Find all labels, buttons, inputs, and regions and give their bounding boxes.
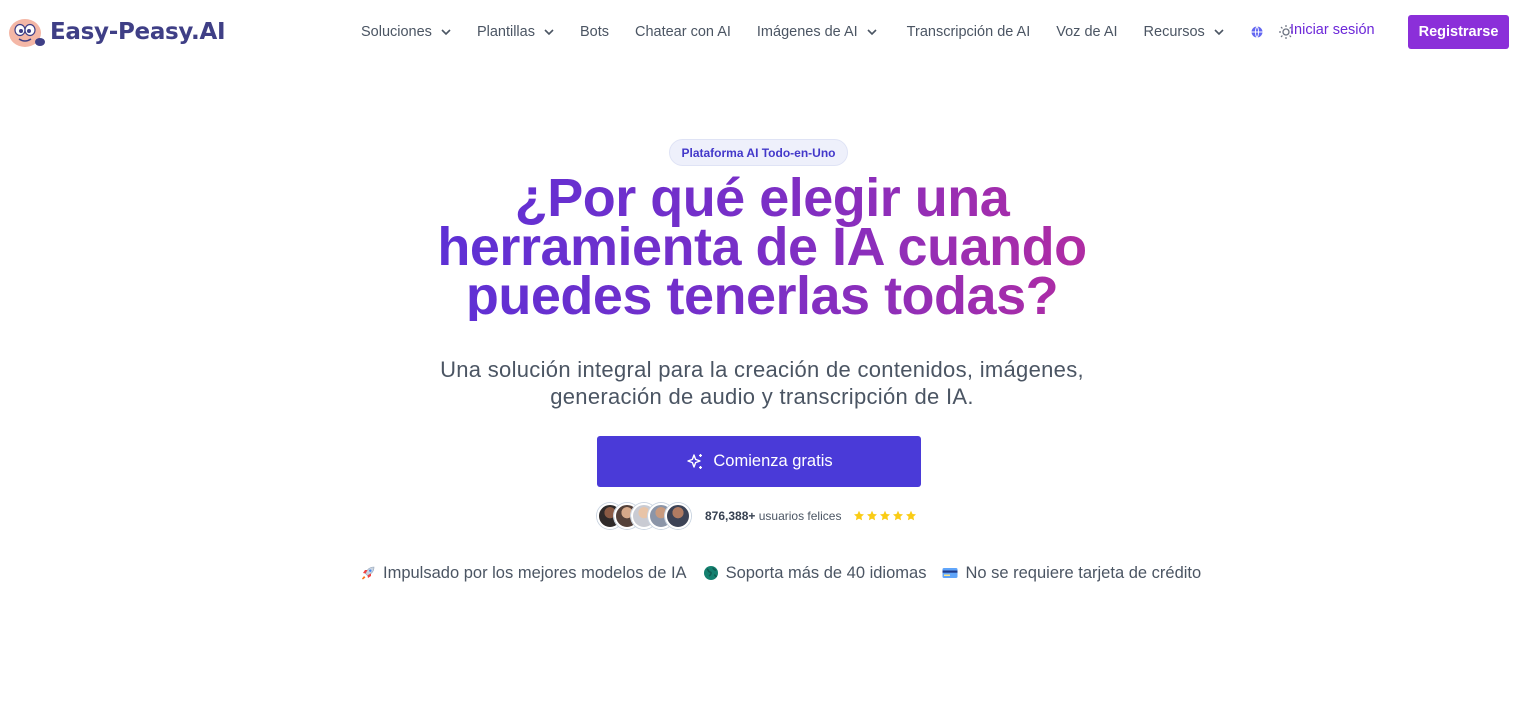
star-icon [867, 510, 878, 521]
feature-item: Soporta más de 40 idiomas [703, 563, 927, 583]
start-free-button[interactable]: Comienza gratis [597, 436, 921, 487]
site-header: Easy-Peasy.AI Soluciones Plantillas Bots… [0, 0, 1524, 64]
hero-subtitle: Una solución integral para la creación d… [432, 356, 1092, 410]
star-icon [893, 510, 904, 521]
users-count: 876,388+ [705, 509, 756, 523]
mascot-logo-icon [9, 19, 45, 47]
brand-name: Easy-Peasy.AI [50, 19, 226, 45]
star-icon [854, 510, 865, 521]
sparkles-icon [687, 453, 703, 469]
login-link[interactable]: Iniciar sesión [1290, 22, 1375, 38]
chevron-down-icon [441, 28, 451, 35]
feature-label: Soporta más de 40 idiomas [725, 563, 927, 582]
rating-stars [853, 510, 917, 522]
feature-label: No se requiere tarjeta de crédito [965, 563, 1202, 582]
hero-subtitle-line: Una solución integral para la creación d… [440, 357, 1084, 382]
nav-item-imagenes[interactable]: Imágenes de AI [744, 24, 890, 40]
chevron-down-icon [1214, 28, 1224, 35]
users-label: usuarios felices [758, 509, 842, 523]
globe-icon [1251, 26, 1263, 38]
nav-item-label: Bots [579, 24, 609, 40]
nav-item-bots[interactable]: Bots [567, 24, 622, 40]
feature-item: Impulsado por los mejores modelos de IA [360, 564, 687, 583]
chevron-down-icon [867, 28, 877, 35]
nav-item-label: Voz de AI [1056, 24, 1118, 40]
nav-item-label: Imágenes de AI [756, 24, 858, 40]
chevron-down-icon [544, 28, 554, 35]
language-button[interactable] [1247, 22, 1267, 42]
credit-card-icon [942, 568, 958, 578]
start-free-label: Comienza gratis [713, 452, 833, 470]
star-icon [906, 510, 917, 521]
users-count-text: 876,388+ usuarios felices [705, 509, 841, 523]
nav-item-recursos[interactable]: Recursos [1131, 24, 1237, 40]
nav-item-label: Recursos [1143, 24, 1205, 40]
nav-item-plantillas[interactable]: Plantillas [464, 24, 567, 40]
nav-item-label: Transcripción de AI [906, 24, 1031, 40]
nav-item-chatear[interactable]: Chatear con AI [622, 24, 744, 40]
rocket-icon [361, 566, 375, 580]
feature-item: No se requiere tarjeta de crédito [942, 564, 1201, 583]
feature-list: Impulsado por los mejores modelos de IA … [360, 561, 1201, 585]
star-icon [880, 510, 891, 521]
user-avatars [597, 503, 691, 529]
hero-title-line: puedes tenerlas todas? [465, 266, 1059, 326]
social-proof: 876,388+ usuarios felices [597, 502, 917, 530]
signup-button[interactable]: Registrarse [1408, 15, 1509, 49]
nav-item-label: Chatear con AI [634, 24, 731, 40]
hero-subtitle-line: generación de audio y transcripción de I… [550, 384, 974, 409]
nav-item-label: Soluciones [361, 24, 432, 40]
nav-item-soluciones[interactable]: Soluciones [348, 24, 464, 40]
hero-title: ¿Por qué elegir una herramienta de IA cu… [412, 174, 1112, 321]
globe-earth-icon [703, 566, 718, 580]
main-nav: Soluciones Plantillas Bots Chatear con A… [348, 18, 1296, 46]
nav-item-label: Plantillas [476, 24, 535, 40]
brand-logo[interactable]: Easy-Peasy.AI [8, 14, 226, 50]
nav-item-transcripcion[interactable]: Transcripción de AI [894, 24, 1044, 40]
nav-item-voz[interactable]: Voz de AI [1043, 24, 1130, 40]
feature-label: Impulsado por los mejores modelos de IA [383, 563, 687, 582]
avatar [665, 503, 691, 529]
platform-badge: Plataforma AI Todo-en-Uno [669, 139, 848, 166]
